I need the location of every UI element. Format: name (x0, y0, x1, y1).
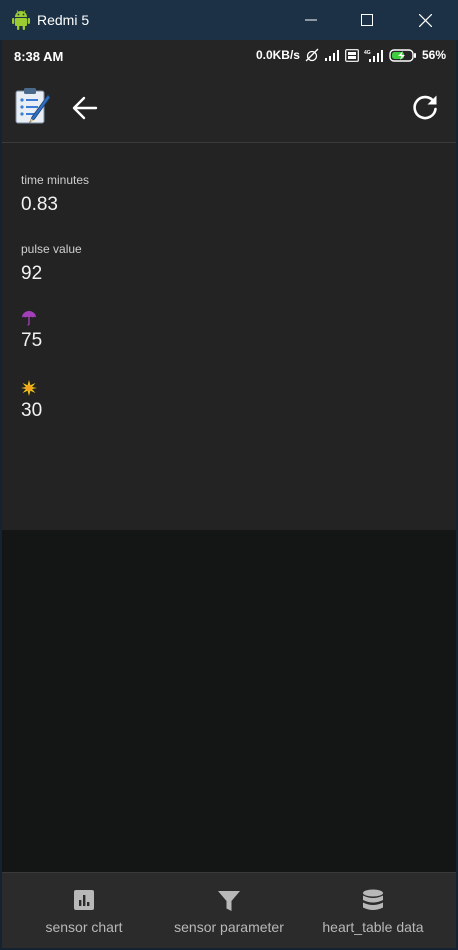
humidity-value: 75 (21, 330, 43, 351)
battery-charging-icon (389, 48, 416, 62)
close-icon (418, 13, 432, 27)
time-minutes-label: time minutes (21, 173, 90, 187)
status-bar: 8:38 AM 0.0KB/s 4G 56% (2, 40, 456, 73)
app-bar (2, 73, 456, 143)
signal-4g-icon: 4G (364, 49, 383, 62)
nav-sensor-chart[interactable]: sensor chart (22, 873, 146, 948)
battery-percent: 56% (421, 48, 446, 62)
close-button[interactable] (396, 0, 454, 40)
android-icon (12, 10, 30, 30)
pulse-value-field: pulse value 92 (21, 242, 82, 285)
alarm-off-icon (305, 48, 319, 62)
nav-sensor-parameter-label: sensor parameter (174, 919, 284, 935)
volte-icon (345, 48, 359, 62)
nav-sensor-parameter[interactable]: sensor parameter (162, 873, 296, 948)
status-indicators: 0.0KB/s 4G 56% (256, 48, 446, 62)
svg-text:4G: 4G (364, 50, 371, 56)
time-minutes-field: time minutes 0.83 (21, 173, 89, 216)
temperature-field: 30 (21, 380, 42, 422)
nav-heart-table-data[interactable]: heart_table data (314, 873, 432, 948)
humidity-field: 75 (21, 310, 42, 352)
back-button[interactable] (70, 93, 100, 123)
nav-heart-table-data-label: heart_table data (322, 919, 424, 935)
time-minutes-value: 0.83 (21, 194, 58, 215)
umbrella-icon (22, 311, 36, 326)
filter-icon (218, 891, 240, 911)
database-icon (363, 889, 383, 910)
sensor-values-panel: time minutes 0.83 pulse value 92 75 30 (2, 143, 456, 530)
signal-icon (324, 50, 339, 61)
sun-icon (21, 380, 37, 396)
minimize-button[interactable] (282, 0, 340, 40)
maximize-button[interactable] (338, 0, 396, 40)
pulse-value-label: pulse value (21, 242, 82, 256)
nav-sensor-chart-label: sensor chart (45, 919, 123, 935)
maximize-icon (361, 14, 373, 26)
window-titlebar: Redmi 5 (0, 0, 458, 40)
bar-chart-icon (74, 890, 94, 910)
bottom-navigation: sensor chart sensor parameter heart_tabl… (2, 872, 456, 948)
minimize-icon (305, 19, 317, 21)
temperature-value: 30 (21, 400, 43, 421)
network-speed: 0.0KB/s (255, 48, 300, 62)
status-time: 8:38 AM (14, 49, 64, 64)
window-title: Redmi 5 (37, 12, 90, 28)
pulse-value-value: 92 (21, 263, 43, 284)
phone-screen: 8:38 AM 0.0KB/s 4G 56% time minutes 0.83… (2, 40, 456, 948)
refresh-button[interactable] (410, 92, 440, 122)
checklist-pencil-icon (15, 88, 50, 124)
